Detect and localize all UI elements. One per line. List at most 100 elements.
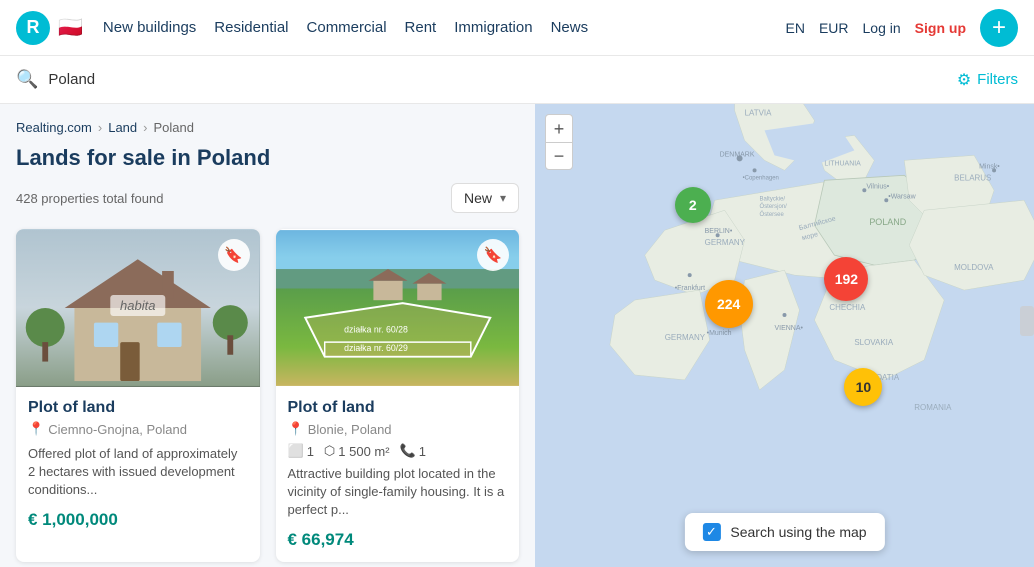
- search-map-checkbox[interactable]: ✓: [702, 523, 720, 541]
- breadcrumb-sep-2: ›: [143, 120, 147, 135]
- map-background: LATVIA LITHUANIA BELARUS POLAND GERMANY …: [535, 104, 1034, 567]
- card-image-1: habita 🔖: [16, 229, 260, 387]
- location-text-1: Ciemno-Gnojna, Poland: [48, 422, 187, 437]
- map-marker-green[interactable]: 2: [675, 187, 711, 223]
- svg-text:LATVIA: LATVIA: [745, 108, 773, 117]
- card-location-1: 📍 Ciemno-Gnojna, Poland: [28, 421, 248, 437]
- sort-dropdown[interactable]: New ▾: [451, 183, 519, 213]
- svg-text:LITHUANIA: LITHUANIA: [824, 160, 861, 167]
- filters-icon: ⚙: [957, 70, 971, 90]
- svg-text:•Munich: •Munich: [707, 330, 732, 337]
- nav-rent[interactable]: Rent: [405, 19, 437, 36]
- sort-label: New: [464, 190, 492, 206]
- nav-immigration[interactable]: Immigration: [454, 19, 532, 36]
- logo[interactable]: R 🇵🇱: [16, 11, 83, 45]
- search-map-label: Search using the map: [730, 524, 866, 540]
- svg-text:ROMANIA: ROMANIA: [914, 403, 952, 412]
- rooms-spec: 📞 1: [400, 443, 426, 459]
- rooms-value: 1: [419, 444, 426, 459]
- svg-text:GERMANY: GERMANY: [665, 333, 706, 342]
- nav-residential[interactable]: Residential: [214, 19, 288, 36]
- flag-icon: 🇵🇱: [58, 15, 83, 40]
- results-count: 428 properties total found: [16, 191, 163, 206]
- svg-text:GERMANY: GERMANY: [705, 238, 746, 247]
- card-title-2: Plot of land: [288, 399, 508, 417]
- header: R 🇵🇱 New buildings Residential Commercia…: [0, 0, 1034, 56]
- habita-watermark: habita: [110, 295, 165, 316]
- map-marker-red[interactable]: 192: [824, 257, 868, 301]
- property-card-1[interactable]: habita 🔖 Plot of land 📍 Ciemno-Gnojna, P…: [16, 229, 260, 562]
- svg-text:BELARUS: BELARUS: [954, 173, 991, 182]
- plots-spec: ⬜ 1: [288, 443, 314, 459]
- signup-button[interactable]: Sign up: [915, 20, 966, 36]
- svg-text:•Frankfurt: •Frankfurt: [675, 285, 705, 292]
- main-nav: New buildings Residential Commercial Ren…: [103, 19, 588, 36]
- nav-commercial[interactable]: Commercial: [307, 19, 387, 36]
- map-marker-orange[interactable]: 224: [705, 280, 753, 328]
- logo-icon: R: [16, 11, 50, 45]
- svg-text:BERLIN•: BERLIN•: [705, 228, 733, 235]
- location-pin-icon-1: 📍: [28, 421, 44, 437]
- search-bar: 🔍 ⚙ Filters: [0, 56, 1034, 104]
- left-panel: Realting.com › Land › Poland Lands for s…: [0, 104, 535, 567]
- map-panel: LATVIA LITHUANIA BELARUS POLAND GERMANY …: [535, 104, 1034, 567]
- plots-icon: ⬜: [288, 443, 304, 459]
- card-body-2: Plot of land 📍 Blonie, Poland ⬜ 1 ⬡ 1 50…: [276, 387, 520, 562]
- nav-news[interactable]: News: [551, 19, 589, 36]
- bookmark-button-2[interactable]: 🔖: [477, 239, 509, 271]
- svg-text:POLAND: POLAND: [869, 217, 906, 227]
- card-description-2: Attractive building plot located in the …: [288, 465, 508, 520]
- svg-text:•Copenhagen: •Copenhagen: [743, 175, 779, 181]
- card-price-1: € 1,000,000: [28, 510, 248, 530]
- location-pin-icon-2: 📍: [288, 421, 304, 437]
- svg-text:SLOVAKIA: SLOVAKIA: [854, 338, 894, 347]
- zoom-in-button[interactable]: +: [545, 114, 573, 142]
- svg-text:Östersee: Östersee: [760, 211, 785, 218]
- card-image-2: działka nr. 60/28 działka nr. 60/29 🔖: [276, 229, 520, 387]
- cards-grid: habita 🔖 Plot of land 📍 Ciemno-Gnojna, P…: [16, 229, 519, 562]
- svg-text:Baltyckie/: Baltyckie/: [760, 196, 786, 202]
- svg-text:MOLDOVA: MOLDOVA: [954, 263, 994, 272]
- area-spec: ⬡ 1 500 m²: [324, 443, 390, 459]
- breadcrumb-poland: Poland: [153, 120, 193, 135]
- svg-text:•Warsaw: •Warsaw: [888, 193, 916, 200]
- zoom-out-button[interactable]: −: [545, 142, 573, 170]
- property-card-2[interactable]: działka nr. 60/28 działka nr. 60/29 🔖 Pl…: [276, 229, 520, 562]
- card-body-1: Plot of land 📍 Ciemno-Gnojna, Poland Off…: [16, 387, 260, 542]
- breadcrumb-land[interactable]: Land: [108, 120, 137, 135]
- svg-text:Vilnius•: Vilnius•: [866, 183, 889, 190]
- main-content: Realting.com › Land › Poland Lands for s…: [0, 104, 1034, 567]
- svg-text:Minsk•: Minsk•: [979, 163, 1000, 170]
- svg-text:działka nr. 60/29: działka nr. 60/29: [344, 343, 408, 353]
- add-listing-button[interactable]: +: [980, 9, 1018, 47]
- chevron-down-icon: ▾: [500, 191, 506, 205]
- map-controls: + −: [545, 114, 573, 170]
- nav-new-buildings[interactable]: New buildings: [103, 19, 196, 36]
- area-value: 1 500 m²: [338, 444, 389, 459]
- card-specs-2: ⬜ 1 ⬡ 1 500 m² 📞 1: [288, 443, 508, 459]
- filters-button[interactable]: ⚙ Filters: [957, 70, 1018, 90]
- search-icon: 🔍: [16, 69, 38, 90]
- rooms-icon: 📞: [400, 443, 416, 459]
- plots-value: 1: [307, 444, 314, 459]
- page-title: Lands for sale in Poland: [16, 145, 519, 171]
- results-bar: 428 properties total found New ▾: [16, 183, 519, 213]
- lang-selector[interactable]: EN: [786, 20, 805, 36]
- breadcrumb-sep-1: ›: [98, 120, 102, 135]
- card-price-2: € 66,974: [288, 530, 508, 550]
- currency-selector[interactable]: EUR: [819, 20, 849, 36]
- svg-text:DENMARK: DENMARK: [720, 151, 755, 158]
- card-location-2: 📍 Blonie, Poland: [288, 421, 508, 437]
- breadcrumb: Realting.com › Land › Poland: [16, 120, 519, 135]
- search-input[interactable]: [48, 71, 946, 88]
- filters-label: Filters: [977, 71, 1018, 88]
- bookmark-button-1[interactable]: 🔖: [218, 239, 250, 271]
- location-text-2: Blonie, Poland: [308, 422, 392, 437]
- login-button[interactable]: Log in: [863, 20, 901, 36]
- scroll-indicator: [1020, 306, 1034, 336]
- breadcrumb-realting[interactable]: Realting.com: [16, 120, 92, 135]
- svg-text:VIENNA•: VIENNA•: [775, 325, 804, 332]
- svg-text:działka nr. 60/28: działka nr. 60/28: [344, 324, 408, 334]
- search-map-toggle[interactable]: ✓ Search using the map: [684, 513, 884, 551]
- header-right: EN EUR Log in Sign up +: [786, 9, 1019, 47]
